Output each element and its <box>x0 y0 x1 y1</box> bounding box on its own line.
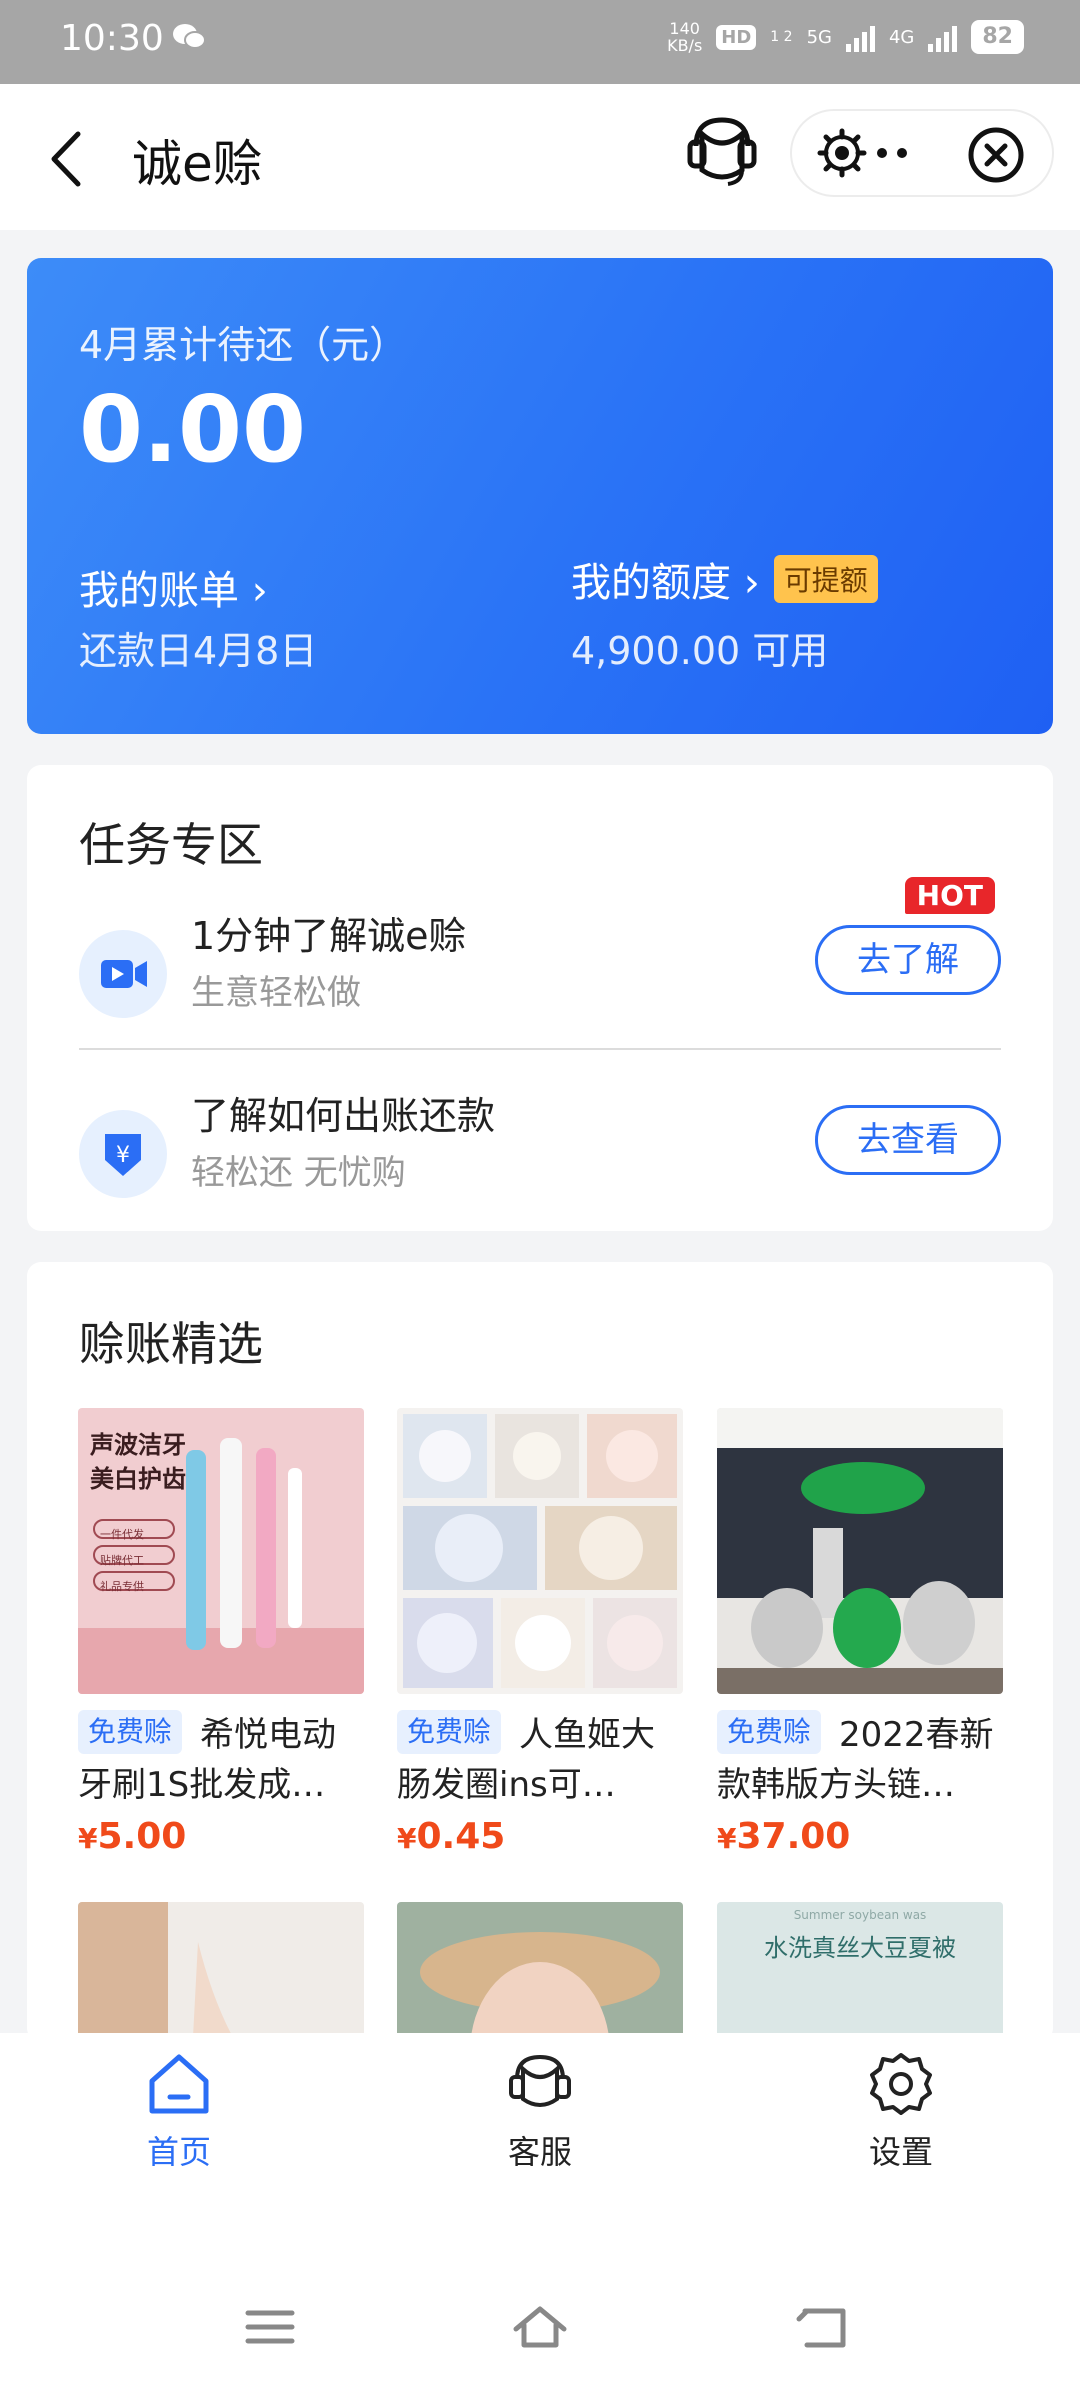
video-icon <box>79 930 167 1018</box>
product-card[interactable] <box>397 1902 683 2042</box>
page-title: 诚e赊 <box>132 135 263 193</box>
product-price: ¥0.45 <box>397 1816 506 1857</box>
system-nav-bar <box>0 2253 1080 2400</box>
tab-home-label: 首页 <box>146 2133 211 2171</box>
task-subtitle: 生意轻松做 <box>191 973 361 1013</box>
gear-icon <box>866 2049 936 2119</box>
pic-headline-1: 声波洁牙 <box>90 1431 186 1459</box>
more-icon <box>817 128 907 178</box>
bottom-tab-bar: 首页 客服 设置 <box>0 2033 1080 2253</box>
top-bar: 诚e赊 <box>0 84 1080 230</box>
task-title: 了解如何出账还款 <box>191 1094 496 1138</box>
task-title: 1分钟了解诚e赊 <box>191 914 467 958</box>
menu-icon <box>245 2310 295 2344</box>
pic-subline: Summer soybean was <box>793 1908 927 1922</box>
task-card: 任务专区 1分钟了解诚e赊 生意轻松做 去了解 HOT ¥ 了解如何出账还款 轻… <box>27 765 1053 1231</box>
divider <box>79 1048 1001 1050</box>
tab-service[interactable]: 客服 <box>440 2049 640 2173</box>
close-button[interactable] <box>966 125 1026 185</box>
view-button[interactable]: 去查看 <box>815 1105 1001 1175</box>
free-credit-tag: 免费赊 <box>397 1710 502 1754</box>
hd-icon: HD <box>716 24 757 50</box>
customer-service-button[interactable] <box>684 112 760 192</box>
product-card[interactable]: 免费赊 2022春新款韩版方头链… ¥37.00 <box>717 1408 1003 1857</box>
task-subtitle: 轻松还 无忧购 <box>191 1153 406 1193</box>
product-image-quilt: Summer soybean was 水洗真丝大豆夏被 <box>717 1902 1003 2042</box>
featured-products-card: 赊账精选 声波洁牙 美白护齿 一件代发 贴牌代工 礼品专供 免费赊 希悦电动牙刷… <box>27 1262 1053 2042</box>
product-image-sun-visor <box>397 1902 683 2042</box>
svg-text:¥: ¥ <box>116 1143 130 1168</box>
quota-available: 4,900.00 可用 <box>571 629 829 673</box>
status-time: 10:30 <box>60 18 164 59</box>
close-circle-icon <box>968 127 1024 183</box>
free-credit-tag: 免费赊 <box>717 1710 822 1754</box>
tab-settings-label: 设置 <box>868 2133 933 2171</box>
status-bar: 10:30 140 KB/s HD 1 2 5G 4G 82 <box>0 0 1080 84</box>
my-quota-link[interactable]: 我的额度 › 可提额 <box>571 550 878 608</box>
product-card[interactable]: Summer soybean was 水洗真丝大豆夏被 <box>717 1902 1003 2042</box>
product-card[interactable]: 免费赊 人鱼姬大肠发圈ins可… ¥0.45 <box>397 1408 683 1857</box>
back-button[interactable] <box>40 124 100 194</box>
home-nav-icon <box>513 2306 567 2348</box>
status-icons: 140 KB/s HD 1 2 5G 4G 82 <box>667 20 1024 54</box>
yuan-shield-icon: ¥ <box>79 1110 167 1198</box>
back-nav-icon <box>796 2308 846 2348</box>
product-price: ¥5.00 <box>78 1816 187 1857</box>
free-credit-tag: 免费赊 <box>78 1710 183 1754</box>
product-image-scrunchies <box>397 1408 683 1694</box>
pic-chip-2: 贴牌代工 <box>100 1554 144 1567</box>
5g-label: 5G <box>806 26 832 48</box>
product-image-heels <box>78 1902 364 2042</box>
product-name: 免费赊 希悦电动牙刷1S批发成… <box>78 1710 364 1810</box>
product-card[interactable]: 声波洁牙 美白护齿 一件代发 贴牌代工 礼品专供 免费赊 希悦电动牙刷1S批发成…… <box>78 1408 364 1857</box>
tab-home[interactable]: 首页 <box>79 2049 279 2173</box>
headset-icon <box>505 2049 575 2119</box>
product-image-toothbrush: 声波洁牙 美白护齿 一件代发 贴牌代工 礼品专供 <box>78 1408 364 1694</box>
task-section-title: 任务专区 <box>79 818 263 872</box>
home-icon <box>144 2049 214 2119</box>
net-speed: 140 KB/s <box>667 19 703 55</box>
hd-sub: 1 2 <box>770 29 793 45</box>
product-image-shoes <box>717 1408 1003 1694</box>
mini-program-capsule <box>790 109 1054 197</box>
menu-nav-button[interactable] <box>240 2297 300 2357</box>
product-name: 免费赊 2022春新款韩版方头链… <box>717 1710 1003 1810</box>
4g-label: 4G <box>888 26 915 48</box>
back-nav-button[interactable] <box>795 2297 855 2357</box>
monthly-due-amount: 0.00 <box>79 376 306 483</box>
signal-5g-icon <box>845 22 875 52</box>
repayment-date: 还款日4月8日 <box>79 629 318 673</box>
pic-headline: 水洗真丝大豆夏被 <box>764 1934 956 1962</box>
product-card[interactable] <box>78 1902 364 2042</box>
products-section-title: 赊账精选 <box>79 1317 263 1371</box>
pic-chip-1: 一件代发 <box>100 1528 144 1541</box>
home-nav-button[interactable] <box>510 2297 570 2357</box>
quota-label: 我的额度 › <box>571 560 760 606</box>
battery-icon: 82 <box>971 20 1024 54</box>
product-name: 免费赊 人鱼姬大肠发圈ins可… <box>397 1710 683 1810</box>
tab-service-label: 客服 <box>507 2133 572 2171</box>
more-button[interactable] <box>814 125 924 181</box>
balance-card: 4月累计待还（元） 0.00 我的账单 › 还款日4月8日 我的额度 › 可提额… <box>27 258 1053 734</box>
my-bill-link[interactable]: 我的账单 › <box>79 558 268 616</box>
pic-chip-3: 礼品专供 <box>100 1580 144 1593</box>
quota-tag: 可提额 <box>773 555 878 603</box>
wechat-icon <box>172 22 206 60</box>
monthly-due-label: 4月累计待还（元） <box>79 323 408 367</box>
back-arrow-icon <box>51 131 81 187</box>
task-item: ¥ 了解如何出账还款 轻松还 无忧购 去查看 <box>79 1085 1001 1225</box>
product-price: ¥37.00 <box>717 1816 851 1857</box>
learn-more-button[interactable]: 去了解 <box>815 925 1001 995</box>
tab-settings[interactable]: 设置 <box>801 2049 1001 2173</box>
pic-headline-2: 美白护齿 <box>90 1465 186 1493</box>
hot-badge: HOT <box>904 877 995 914</box>
task-item: 1分钟了解诚e赊 生意轻松做 去了解 HOT <box>79 877 1001 1045</box>
signal-4g-icon <box>928 22 958 52</box>
headset-icon <box>687 117 757 186</box>
